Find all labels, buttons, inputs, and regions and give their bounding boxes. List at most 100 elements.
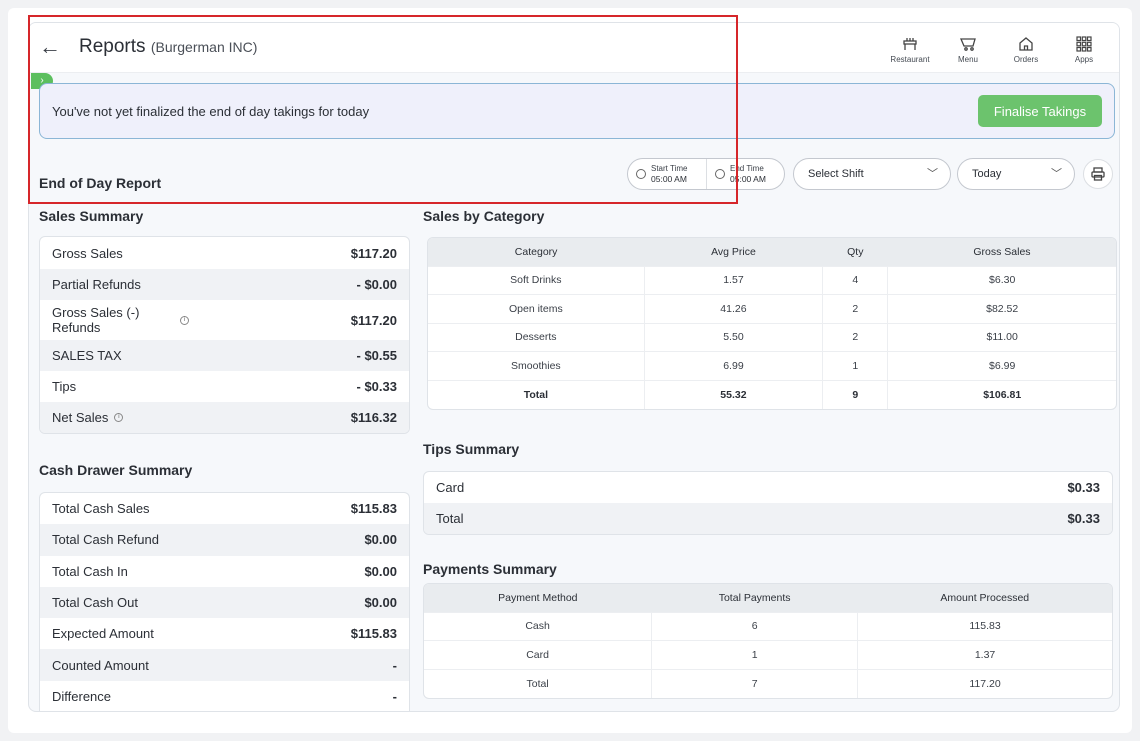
nav-label: Orders — [1013, 54, 1039, 64]
table-cell: Total — [428, 379, 645, 409]
nav-label: Apps — [1074, 54, 1094, 64]
back-arrow-icon[interactable]: ← — [39, 35, 61, 59]
table-cell: 7 — [651, 668, 859, 698]
page-title: Reports (Burgerman INC) — [79, 36, 257, 58]
column-header: Qty — [822, 238, 888, 266]
nav-restaurant[interactable]: Restaurant — [881, 29, 939, 69]
row-label: Counted Amount — [52, 657, 149, 673]
restaurant-icon — [903, 37, 917, 50]
cash-row: Total Cash In $0.00 — [40, 556, 409, 587]
clock-icon — [636, 169, 646, 179]
finalise-takings-button[interactable]: Finalise Takings — [978, 95, 1102, 127]
payments-summary-table: Payment Method Total Payments Amount Pro… — [423, 583, 1113, 699]
row-value: $0.33 — [1067, 480, 1100, 495]
nav-apps[interactable]: Apps — [1055, 29, 1113, 69]
printer-icon — [1091, 167, 1105, 181]
table-row: Open items 41.26 2 $82.52 — [428, 294, 1116, 324]
row-value: $0.00 — [364, 595, 397, 611]
top-bar: ← Reports (Burgerman INC) Restaurant Men… — [29, 23, 1119, 73]
table-row: Desserts 5.50 2 $11.00 — [428, 322, 1116, 352]
row-label-wrap: Gross Sales (-) Refunds i — [52, 305, 189, 335]
nav-label: Menu — [957, 54, 978, 64]
sales-row-tips: Tips - $0.33 — [40, 371, 409, 402]
nav-label: Restaurant — [890, 54, 930, 64]
row-label: Tips — [52, 379, 77, 394]
table-cell: 6.99 — [644, 351, 824, 381]
finalise-banner: You've not yet finalized the end of day … — [39, 83, 1115, 139]
sales-row-net-sales: Net Sales i $116.32 — [40, 402, 409, 433]
row-value: $117.20 — [350, 312, 397, 328]
table-cell: $11.00 — [887, 322, 1116, 352]
table-cell: Card — [424, 640, 653, 670]
cash-drawer-title: Cash Drawer Summary — [39, 462, 193, 478]
chevron-down-icon: ﹀ — [1051, 168, 1062, 180]
table-cell: 55.32 — [644, 379, 824, 409]
row-label: Gross Sales — [52, 245, 123, 261]
table-cell: Desserts — [428, 322, 645, 352]
nav-menu[interactable]: Menu — [939, 29, 997, 69]
sales-row-partial-refunds: Partial Refunds - $0.00 — [40, 269, 409, 300]
cash-row: Total Cash Out $0.00 — [40, 586, 409, 619]
table-cell: 2 — [822, 294, 889, 324]
row-label: Expected Amount — [52, 626, 154, 642]
row-label: Gross Sales (-) Refunds — [52, 305, 140, 335]
company-name: (Burgerman INC) — [150, 39, 258, 55]
table-cell: 6 — [651, 611, 859, 641]
row-label: Total Cash Refund — [52, 532, 159, 548]
row-value: $115.83 — [350, 626, 397, 642]
shift-select[interactable]: Select Shift ﹀ — [793, 158, 951, 190]
day-select-value: Today — [972, 168, 1002, 180]
table-header-row: Payment Method Total Payments Amount Pro… — [424, 584, 1112, 612]
column-header: Category — [428, 238, 645, 266]
cash-drawer-card: Total Cash Sales $115.83 Total Cash Refu… — [39, 492, 410, 711]
start-time-field[interactable]: Start Time 05:00 AM — [628, 159, 706, 189]
table-cell: $82.52 — [887, 294, 1116, 324]
row-value: $0.00 — [364, 563, 397, 579]
table-cell: $6.30 — [887, 265, 1116, 295]
table-row: Card 1 1.37 — [424, 640, 1112, 670]
column-header: Gross Sales — [887, 238, 1116, 266]
row-value: $0.00 — [364, 532, 397, 548]
start-time-value: 05:00 AM — [651, 174, 687, 184]
row-label: Total — [436, 511, 464, 526]
table-cell: Smoothies — [428, 351, 645, 381]
table-cell: 4 — [822, 265, 889, 295]
info-icon[interactable]: i — [114, 413, 124, 422]
tips-row-total: Total $0.33 — [424, 503, 1112, 534]
day-select[interactable]: Today ﹀ — [957, 158, 1075, 190]
reports-app: ← Reports (Burgerman INC) Restaurant Men… — [28, 22, 1120, 712]
row-label: Total Cash Sales — [52, 501, 150, 517]
nav-orders[interactable]: Orders — [997, 29, 1055, 69]
end-time-field[interactable]: End Time 05:00 AM — [706, 159, 784, 189]
page-title-text: Reports — [79, 36, 146, 57]
table-cell: Total — [424, 668, 653, 698]
table-cell: 9 — [822, 379, 889, 409]
sales-by-category-title: Sales by Category — [423, 208, 545, 224]
end-time-label: End Time — [730, 164, 764, 173]
clock-icon — [715, 169, 725, 179]
row-label: Total Cash Out — [52, 595, 138, 611]
end-time-value: 05:00 AM — [730, 174, 766, 184]
sales-row-sales-tax: SALES TAX - $0.55 — [40, 340, 409, 371]
apps-icon — [1076, 35, 1092, 52]
row-value: - — [392, 657, 397, 673]
column-header: Amount Processed — [857, 584, 1112, 612]
column-header: Avg Price — [644, 238, 823, 266]
tips-summary-card: Card $0.33 Total $0.33 — [423, 471, 1113, 535]
table-cell: 41.26 — [644, 294, 824, 324]
row-value: $115.83 — [350, 501, 397, 517]
table-row: Total 7 117.20 — [424, 668, 1112, 698]
time-range-picker[interactable]: Start Time 05:00 AM End Time 05:00 AM — [627, 158, 785, 190]
print-button[interactable] — [1083, 159, 1113, 189]
cash-row: Difference - — [40, 681, 409, 711]
table-cell: Cash — [424, 611, 653, 641]
table-row: Smoothies 6.99 1 $6.99 — [428, 351, 1116, 381]
table-cell: $6.99 — [887, 351, 1116, 381]
row-label-wrap: Net Sales i — [52, 410, 124, 425]
table-cell: 1 — [651, 640, 859, 670]
orders-icon — [1019, 36, 1033, 51]
row-label: SALES TAX — [52, 348, 122, 363]
table-cell: Open items — [428, 294, 645, 324]
cash-row: Total Cash Sales $115.83 — [40, 493, 409, 524]
info-icon[interactable]: i — [180, 315, 189, 325]
